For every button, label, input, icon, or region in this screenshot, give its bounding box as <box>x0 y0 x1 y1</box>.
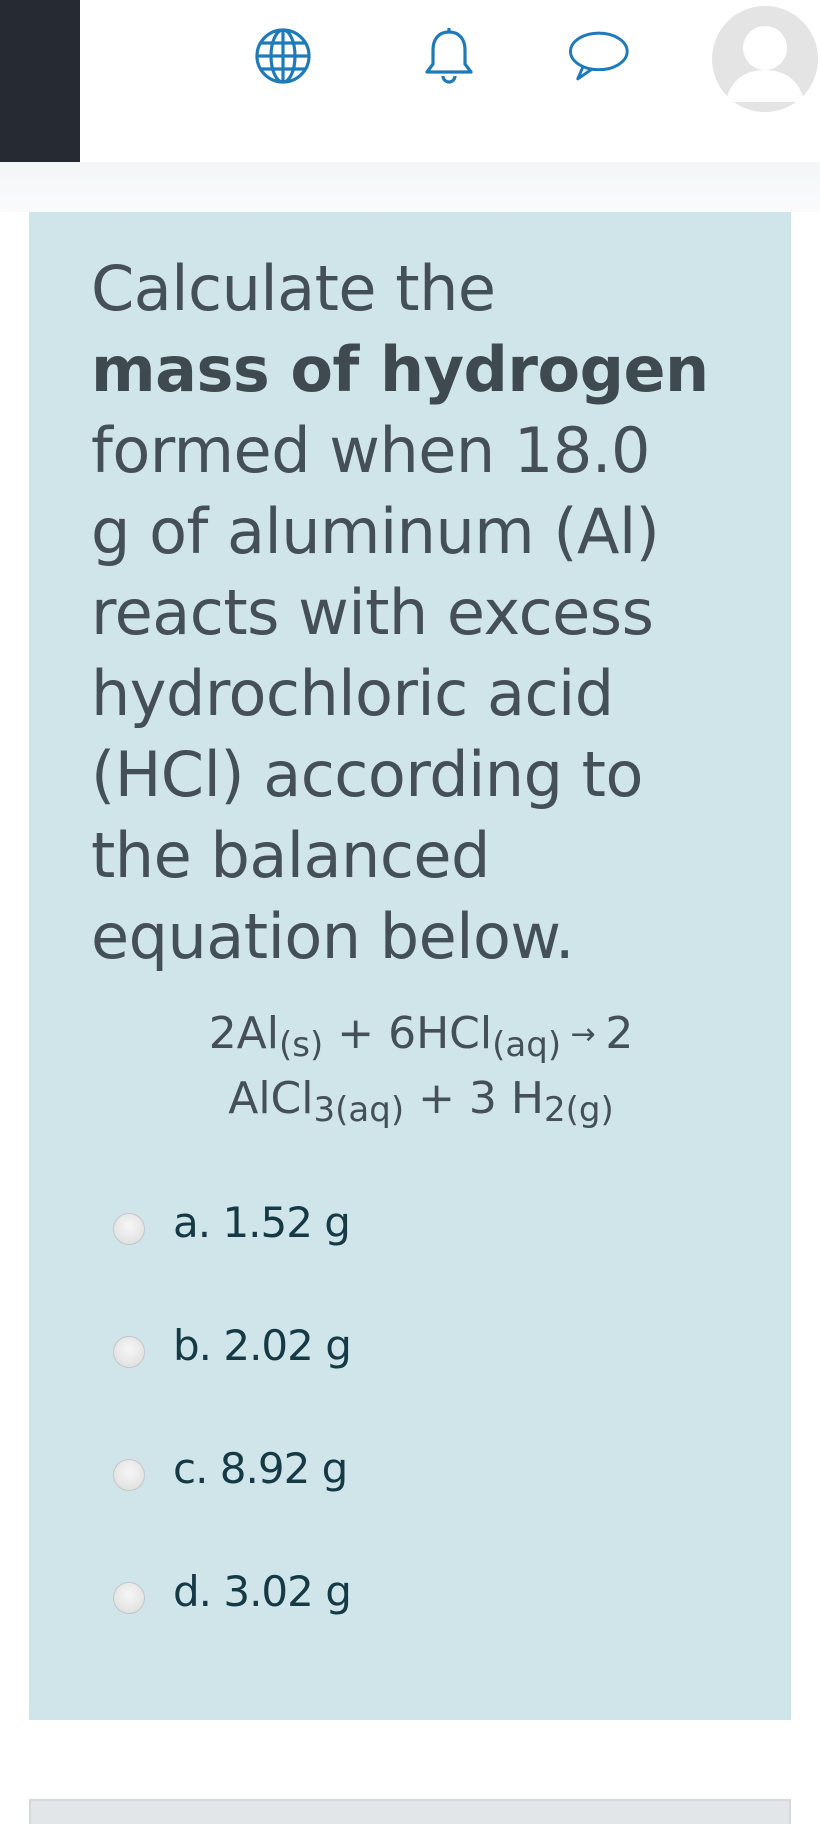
question-line-text: equation below. <box>91 900 575 973</box>
top-navbar <box>0 0 820 162</box>
equation-line-2: AlCl3(aq) + 3 H2(g) <box>228 1073 614 1130</box>
answer-label: d. 3.02 g <box>173 1566 352 1616</box>
question-line: g of aluminum (Al) <box>91 491 751 572</box>
answer-option-b[interactable]: b. 2.02 g <box>113 1315 613 1375</box>
question-line-text: the balanced <box>91 819 490 892</box>
radio-button[interactable] <box>113 1582 145 1614</box>
question-text: Calculate the mass of hydrogen formed when… <box>91 248 751 977</box>
quiz-page: Calculate the mass of hydrogen formed when… <box>0 0 820 1824</box>
question-line: reacts with excess <box>91 572 751 653</box>
chat-icon[interactable] <box>565 24 629 88</box>
answer-label: c. 8.92 g <box>173 1443 348 1493</box>
answer-option-a[interactable]: a. 1.52 g <box>113 1192 613 1252</box>
radio-button[interactable] <box>113 1213 145 1245</box>
question-line: hydrochloric acid <box>91 653 751 734</box>
question-emphasis: mass of hydrogen <box>91 333 709 406</box>
question-line: (HCl) according to <box>91 734 751 815</box>
question-line: mass of hydrogen <box>91 329 751 410</box>
chemical-equation: 2Al(s) + 6HCl(aq) → 2 AlCl3(aq) + 3 H2(g… <box>91 1002 751 1131</box>
question-line-text: g of aluminum (Al) <box>91 495 660 568</box>
next-panel <box>29 1799 791 1824</box>
user-avatar[interactable] <box>712 6 818 112</box>
bell-icon[interactable] <box>417 24 481 88</box>
question-line: formed when 18.0 <box>91 410 751 491</box>
question-line-text: Calculate the <box>91 252 496 325</box>
question-line: equation below. <box>91 896 751 977</box>
equation-line-1: 2Al(s) + 6HCl(aq) → 2 <box>208 1008 634 1065</box>
answer-option-c[interactable]: c. 8.92 g <box>113 1438 613 1498</box>
header-shadow <box>0 162 820 212</box>
question-line-text: formed when 18.0 <box>91 414 650 487</box>
question-line: the balanced <box>91 815 751 896</box>
radio-button[interactable] <box>113 1336 145 1368</box>
question-line-text: reacts with excess <box>91 576 654 649</box>
answer-option-d[interactable]: d. 3.02 g <box>113 1561 613 1621</box>
question-panel: Calculate the mass of hydrogen formed when… <box>29 212 791 1720</box>
answer-label: b. 2.02 g <box>173 1320 352 1370</box>
question-line-text: hydrochloric acid <box>91 657 614 730</box>
radio-button[interactable] <box>113 1459 145 1491</box>
question-line: Calculate the <box>91 248 751 329</box>
drawer-toggle-button[interactable] <box>0 0 80 162</box>
question-line-text: (HCl) according to <box>91 738 643 811</box>
answer-label: a. 1.52 g <box>173 1197 351 1247</box>
globe-icon[interactable] <box>251 24 315 88</box>
